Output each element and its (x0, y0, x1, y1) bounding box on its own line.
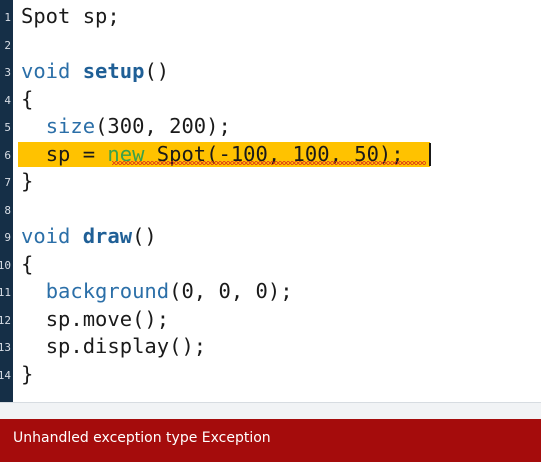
builtin-function: size (45, 114, 96, 138)
code-line[interactable]: 8 (0, 196, 541, 224)
line-number: 13 (0, 341, 11, 354)
code-text: (300, 200); (95, 114, 231, 138)
code-line[interactable]: 11 background(0, 0, 0); (0, 278, 541, 306)
code-line-text[interactable]: } (21, 361, 33, 388)
code-line-text[interactable]: sp.display(); (21, 333, 206, 360)
code-text: () (132, 224, 157, 248)
line-number: 14 (0, 368, 11, 382)
line-number: 3 (4, 66, 11, 79)
keyword-void: void (21, 224, 71, 248)
code-text: () (144, 59, 170, 83)
text-caret (429, 142, 431, 166)
line-number: 7 (4, 176, 11, 189)
editor-console-divider[interactable] (0, 402, 541, 419)
code-line[interactable]: 1 Spot sp; (0, 3, 541, 31)
function-name: draw (82, 224, 133, 248)
builtin-function: background (45, 279, 170, 303)
keyword-void: void (21, 59, 71, 83)
code-line-text[interactable]: size(300, 200); (21, 113, 231, 140)
code-line[interactable]: 14 } (0, 361, 541, 389)
code-line-text[interactable]: void setup() (21, 58, 169, 85)
line-number: 1 (4, 11, 11, 24)
code-text: (0, 0, 0); (169, 279, 293, 303)
code-line[interactable]: 10 { (0, 251, 541, 279)
code-text: { (21, 86, 34, 111)
code-text: sp = (45, 141, 108, 166)
code-line-error[interactable]: 6 sp = new Spot(-100, 100, 50); (0, 141, 541, 169)
line-number: 6 (4, 148, 11, 162)
line-number: 10 (0, 258, 11, 272)
code-line-text[interactable]: void draw() (21, 223, 157, 250)
code-line-text[interactable]: Spot sp; (21, 3, 120, 30)
line-number: 12 (0, 313, 11, 327)
code-line[interactable]: 9 void draw() (0, 223, 541, 251)
code-line[interactable]: 4 { (0, 86, 541, 114)
error-message: Unhandled exception type Exception (13, 430, 271, 446)
code-line[interactable]: 7 } (0, 168, 541, 196)
code-line[interactable]: 13 sp.display(); (0, 333, 541, 361)
code-line[interactable]: 3 void setup() (0, 58, 541, 86)
error-status-bar[interactable]: Unhandled exception type Exception (0, 419, 541, 462)
code-text: { (21, 251, 34, 276)
code-line-text[interactable]: } (21, 168, 33, 195)
code-line-text[interactable]: { (21, 251, 33, 278)
line-number: 11 (0, 286, 11, 299)
code-line-text[interactable]: background(0, 0, 0); (21, 278, 293, 305)
code-text: Spot sp; (21, 4, 120, 28)
line-number: 9 (4, 231, 11, 244)
error-squiggle-underline (112, 160, 426, 165)
code-line-text[interactable]: { (21, 86, 33, 113)
code-line[interactable]: 5 size(300, 200); (0, 113, 541, 141)
code-line[interactable]: 12 sp.move(); (0, 306, 541, 334)
code-line-text[interactable]: sp.move(); (21, 306, 169, 333)
code-editor[interactable]: 1 Spot sp; 2 3 void setup() 4 { 5 size(3… (0, 0, 541, 402)
line-number: 5 (4, 121, 11, 134)
code-text: sp.display(); (45, 334, 207, 358)
function-name: setup (82, 59, 145, 83)
line-number: 2 (4, 38, 11, 52)
line-number: 4 (4, 93, 11, 107)
code-text: sp.move(); (45, 306, 170, 331)
line-number: 8 (4, 203, 11, 217)
code-text: } (21, 361, 34, 386)
code-text: } (21, 169, 34, 193)
code-line[interactable]: 2 (0, 31, 541, 59)
